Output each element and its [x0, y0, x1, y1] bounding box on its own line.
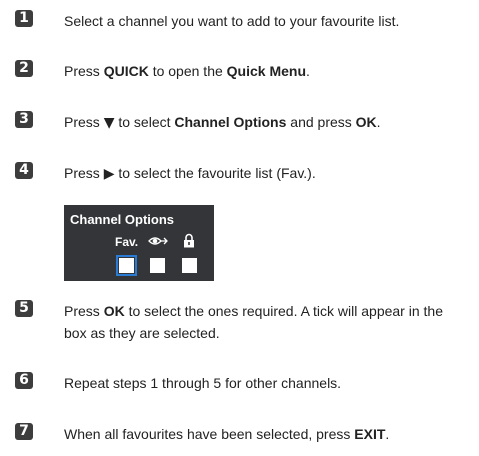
step-number: 3 [15, 111, 33, 128]
down-arrow-icon: ▼ [103, 115, 115, 131]
step-text: Repeat steps 1 through 5 for other chann… [64, 375, 342, 391]
padlock-icon [183, 233, 195, 251]
lock-checkbox[interactable] [182, 258, 197, 273]
step-number: 4 [15, 162, 33, 179]
channel-options-panel: Channel Options Fav. [64, 205, 214, 281]
skip-checkbox[interactable] [150, 258, 165, 273]
panel-title: Channel Options [70, 212, 174, 227]
step-number: 5 [15, 300, 33, 317]
fav-checkbox[interactable] [116, 255, 137, 276]
step-number: 7 [15, 423, 33, 440]
step-number: 2 [15, 60, 33, 77]
fav-header: Fav. [115, 235, 139, 249]
step-text: Press OK to select the ones required. A … [64, 303, 443, 341]
step-number: 6 [15, 372, 33, 389]
step-text: Select a channel you want to add to your… [64, 13, 400, 29]
step-text: When all favourites have been selected, … [64, 426, 390, 442]
step-text: Press ▼ to select Channel Options and pr… [64, 114, 381, 131]
right-arrow-icon: ▶ [103, 166, 115, 182]
step-text: Press ▶ to select the favourite list (Fa… [64, 165, 316, 182]
step-text: Press QUICK to open the Quick Menu. [64, 63, 310, 79]
eye-arrow-icon [148, 234, 168, 251]
step-number: 1 [15, 10, 33, 27]
